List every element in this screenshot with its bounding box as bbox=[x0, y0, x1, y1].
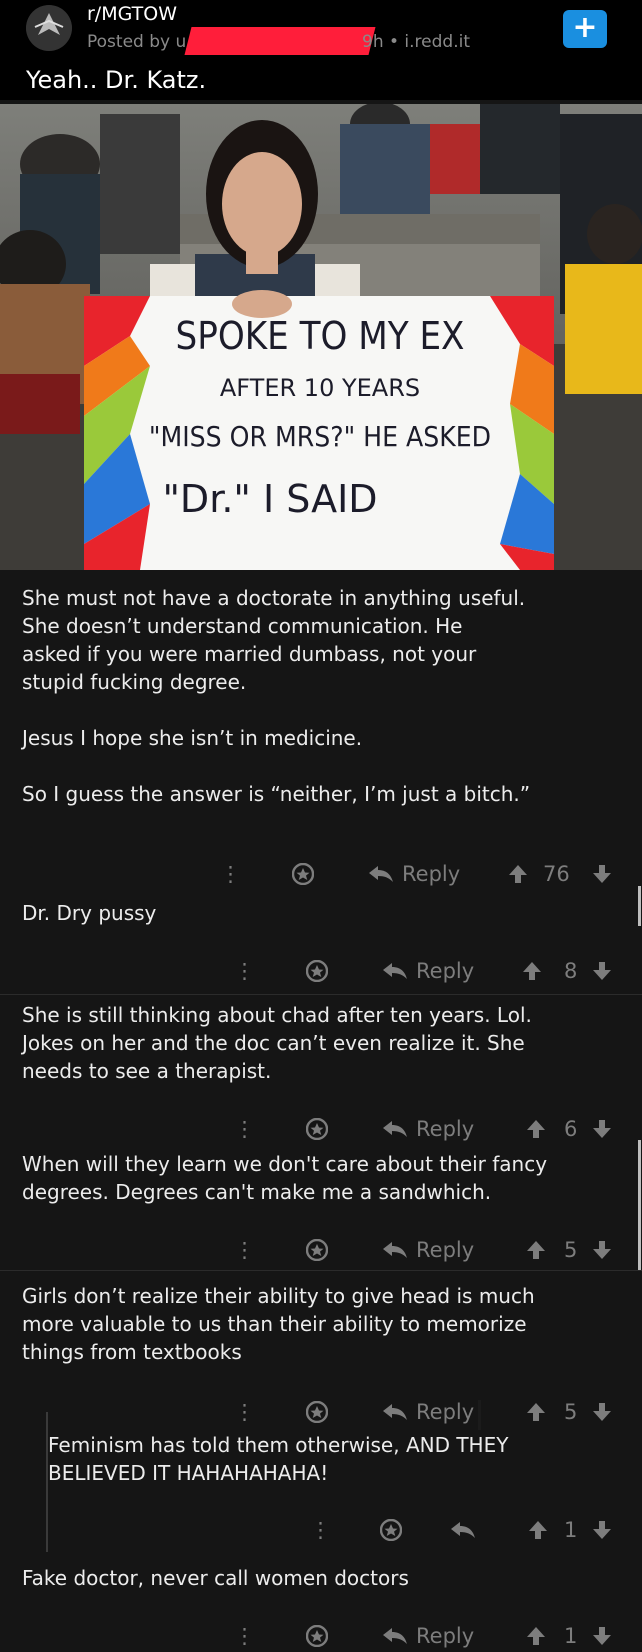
vote-score: 6 bbox=[564, 1117, 578, 1141]
vote-score: 8 bbox=[564, 959, 578, 983]
more-vertical-icon[interactable]: ⋮ bbox=[234, 1620, 255, 1652]
subreddit-avatar[interactable] bbox=[26, 5, 72, 51]
comment-actions: ⋮ Reply 6 bbox=[234, 1113, 634, 1145]
more-vertical-icon[interactable]: ⋮ bbox=[234, 1396, 255, 1428]
more-vertical-icon[interactable]: ⋮ bbox=[310, 1514, 331, 1546]
comment-text[interactable]: Girls don’t realize their ability to giv… bbox=[22, 1282, 632, 1366]
comment-actions: ⋮ Reply 5 bbox=[234, 1234, 634, 1266]
award-icon[interactable] bbox=[306, 1625, 328, 1647]
vote-score: 5 bbox=[564, 1238, 578, 1262]
upvote-arrow-icon[interactable] bbox=[526, 1119, 546, 1139]
award-icon[interactable] bbox=[380, 1519, 402, 1541]
comment-actions: ⋮ Reply 76 bbox=[220, 858, 620, 890]
more-vertical-icon[interactable]: ⋮ bbox=[234, 1113, 255, 1145]
reply-arrow-icon[interactable] bbox=[450, 1521, 476, 1539]
comment-divider bbox=[0, 1270, 642, 1271]
plus-icon: + bbox=[572, 10, 598, 45]
comment-actions: ⋮ 1 bbox=[310, 1514, 642, 1546]
downvote-arrow-icon[interactable] bbox=[592, 1520, 612, 1540]
vote-score: 5 bbox=[564, 1400, 578, 1424]
downvote-arrow-icon[interactable] bbox=[592, 1240, 612, 1260]
comment-text[interactable]: She is still thinking about chad after t… bbox=[22, 1001, 632, 1085]
award-icon[interactable] bbox=[306, 1239, 328, 1261]
more-vertical-icon[interactable]: ⋮ bbox=[234, 955, 255, 987]
more-vertical-icon[interactable]: ⋮ bbox=[234, 1234, 255, 1266]
downvote-arrow-icon[interactable] bbox=[592, 1119, 612, 1139]
reply-arrow-icon[interactable] bbox=[382, 962, 408, 980]
sign-line-1: SPOKE TO MY EX bbox=[176, 314, 465, 358]
comment-text[interactable]: Dr. Dry pussy bbox=[22, 899, 622, 927]
downvote-arrow-icon[interactable] bbox=[592, 1402, 612, 1422]
upvote-arrow-icon[interactable] bbox=[526, 1402, 546, 1422]
post-photo: SPOKE TO MY EX AFTER 10 YEARS "MISS OR M… bbox=[0, 104, 642, 570]
award-icon[interactable] bbox=[306, 1118, 328, 1140]
reply-arrow-icon[interactable] bbox=[382, 1241, 408, 1259]
reply-arrow-icon[interactable] bbox=[382, 1627, 408, 1645]
nested-comment-text[interactable]: Feminism has told them otherwise, AND TH… bbox=[48, 1431, 628, 1487]
post-age-domain: 9h • i.redd.it bbox=[362, 32, 471, 52]
join-button[interactable]: + bbox=[563, 10, 607, 48]
reply-button[interactable]: Reply bbox=[416, 1396, 474, 1428]
downvote-arrow-icon[interactable] bbox=[592, 961, 612, 981]
subreddit-name[interactable]: r/MGTOW bbox=[87, 3, 177, 25]
comment-actions: ⋮ Reply 1 bbox=[234, 1620, 634, 1652]
post-header: r/MGTOW Posted by u/s 9h • i.redd.it + Y… bbox=[0, 0, 642, 100]
posted-by[interactable]: Posted by u/s bbox=[87, 32, 201, 52]
award-icon[interactable] bbox=[292, 863, 314, 885]
upvote-arrow-icon[interactable] bbox=[526, 1240, 546, 1260]
upvote-arrow-icon[interactable] bbox=[508, 864, 528, 884]
upvote-arrow-icon[interactable] bbox=[522, 961, 542, 981]
vote-score: 76 bbox=[543, 862, 570, 886]
sign-line-4: "Dr." I SAID bbox=[162, 477, 377, 521]
reply-button[interactable]: Reply bbox=[402, 858, 460, 890]
award-icon[interactable] bbox=[306, 960, 328, 982]
sign-line-3: "MISS OR MRS?" HE ASKED bbox=[149, 420, 491, 453]
reply-arrow-icon[interactable] bbox=[382, 1403, 408, 1421]
post-title[interactable]: Yeah.. Dr. Katz. bbox=[26, 66, 206, 94]
comment-text[interactable]: She must not have a doctorate in anythin… bbox=[22, 584, 622, 808]
scroll-edge bbox=[638, 886, 641, 926]
mgtow-logo-icon bbox=[26, 5, 72, 51]
award-icon[interactable] bbox=[306, 1401, 328, 1423]
post-image[interactable]: SPOKE TO MY EX AFTER 10 YEARS "MISS OR M… bbox=[0, 104, 642, 570]
downvote-arrow-icon[interactable] bbox=[592, 1626, 612, 1646]
reply-button[interactable]: Reply bbox=[416, 1113, 474, 1145]
username-redaction bbox=[184, 27, 376, 55]
downvote-arrow-icon[interactable] bbox=[592, 864, 612, 884]
vote-score: 1 bbox=[564, 1624, 578, 1648]
upvote-arrow-icon[interactable] bbox=[528, 1520, 548, 1540]
scroll-edge bbox=[638, 1140, 641, 1270]
reply-button[interactable]: Reply bbox=[416, 955, 474, 987]
sign-line-2: AFTER 10 YEARS bbox=[220, 374, 420, 402]
comment-text[interactable]: When will they learn we don't care about… bbox=[22, 1150, 632, 1206]
upvote-arrow-icon[interactable] bbox=[526, 1626, 546, 1646]
comment-actions: ⋮ Reply 5 bbox=[234, 1396, 634, 1428]
more-vertical-icon[interactable]: ⋮ bbox=[220, 858, 241, 890]
reply-arrow-icon[interactable] bbox=[382, 1120, 408, 1138]
comment-divider bbox=[0, 994, 642, 995]
reply-button[interactable]: Reply bbox=[416, 1620, 474, 1652]
reply-arrow-icon[interactable] bbox=[368, 865, 394, 883]
comment-text[interactable]: Fake doctor, never call women doctors bbox=[22, 1564, 632, 1592]
comment-actions: ⋮ Reply 8 bbox=[234, 955, 634, 987]
reply-button[interactable]: Reply bbox=[416, 1234, 474, 1266]
vote-score: 1 bbox=[564, 1518, 578, 1542]
